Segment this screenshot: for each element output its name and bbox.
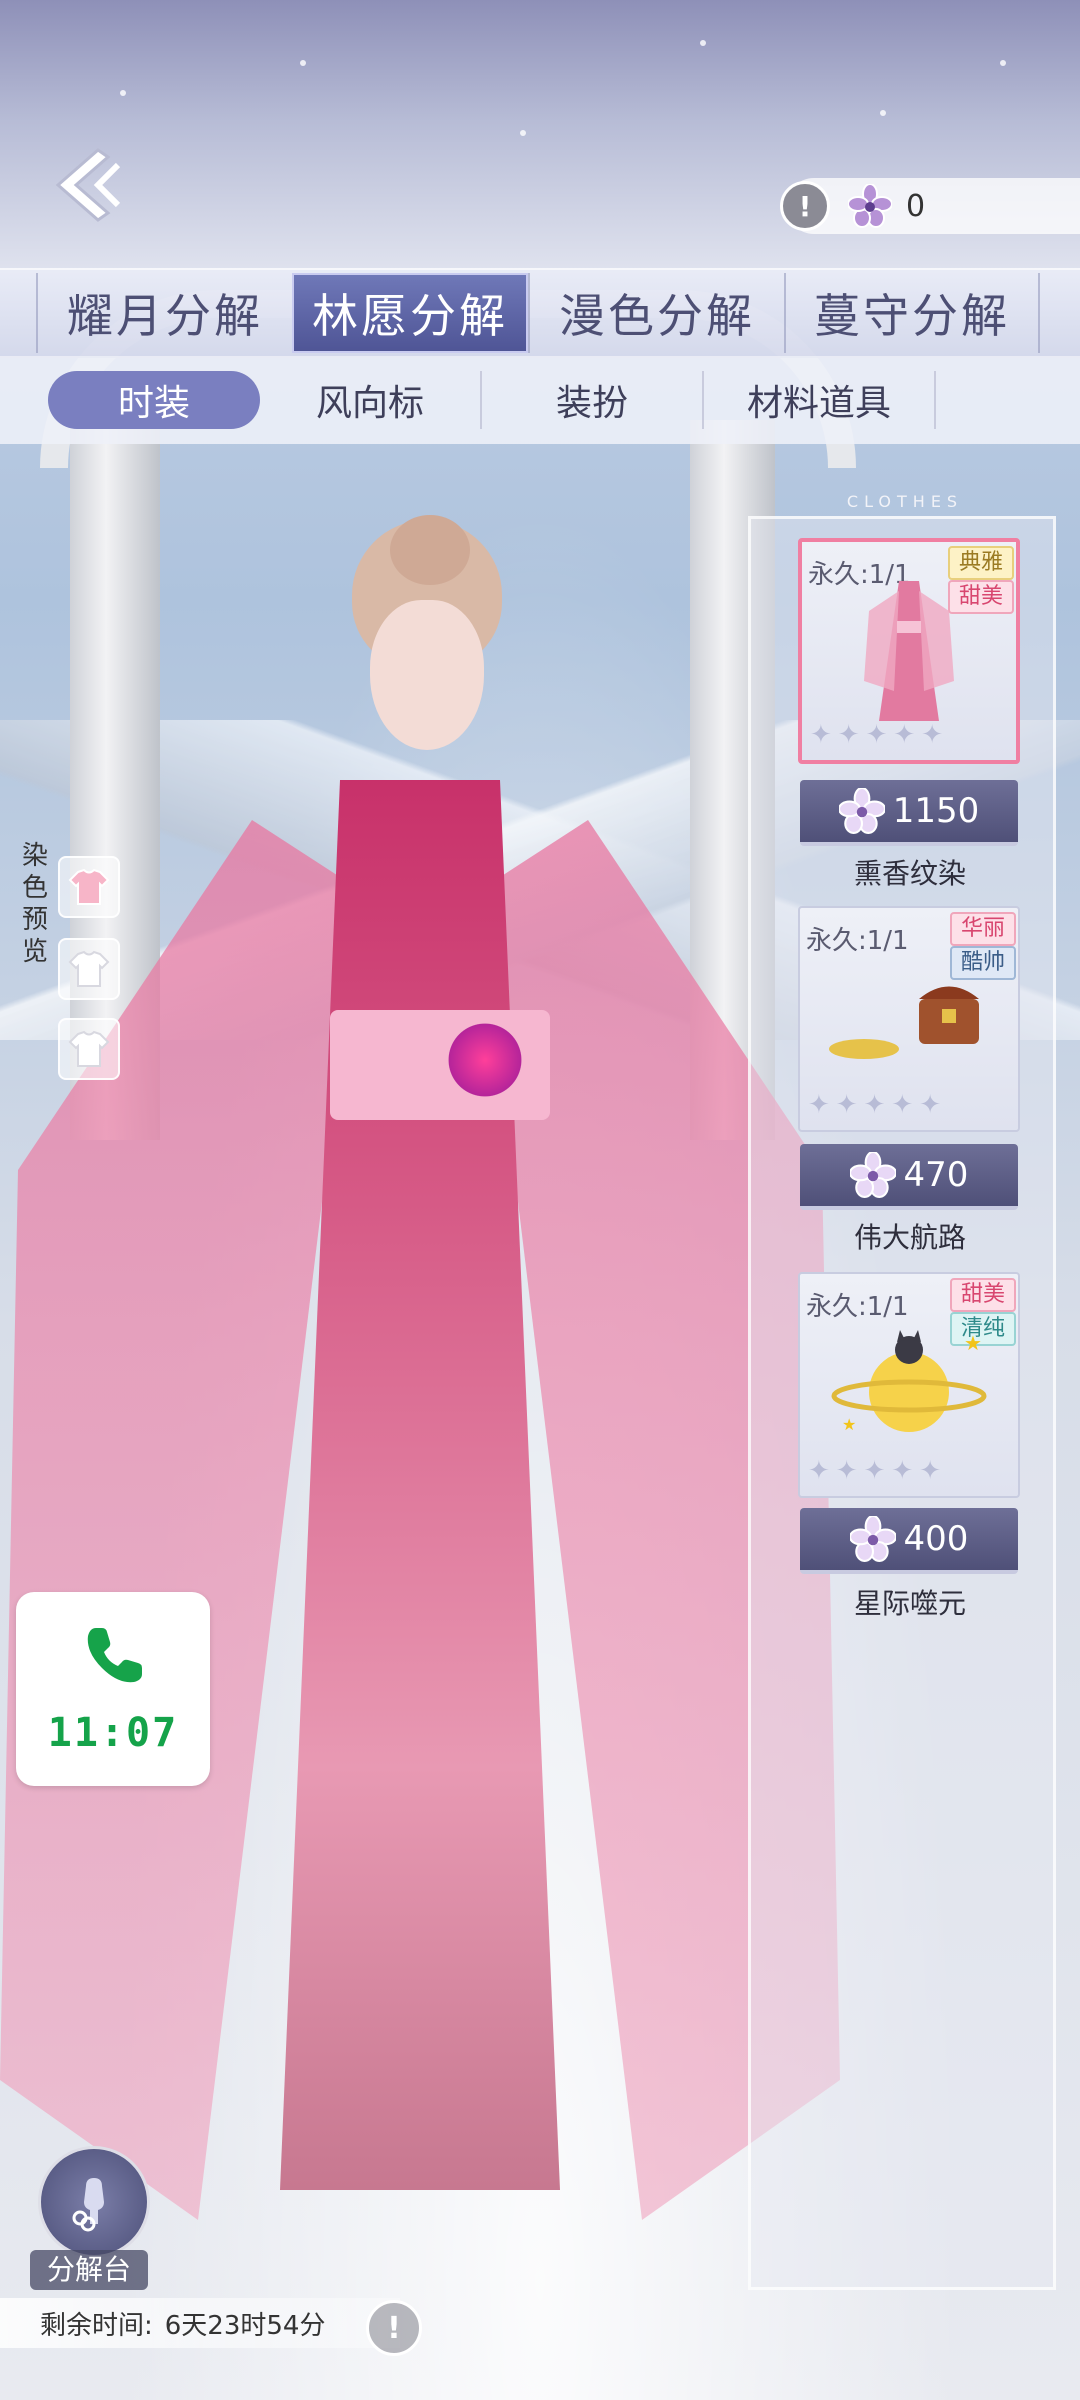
svg-text:★: ★	[964, 1331, 982, 1355]
item-permanence: 永久:1/1	[806, 1292, 909, 1322]
item-tag: 华丽	[950, 912, 1016, 946]
price-button-3[interactable]: 400	[800, 1508, 1018, 1574]
item-permanence: 永久:1/1	[806, 926, 909, 956]
phone-icon	[87, 1628, 142, 1683]
item-stars: ✦ ✦ ✦ ✦ ✦	[810, 720, 943, 750]
snow-sparkle	[1000, 60, 1006, 66]
dye-swatch-white-1[interactable]	[58, 938, 120, 1000]
back-button[interactable]	[38, 140, 148, 230]
item-card-2[interactable]: 永久:1/1 华丽 酷帅 ✦ ✦ ✦ ✦ ✦	[798, 906, 1020, 1132]
remaining-time-label: 剩余时间:	[40, 2310, 153, 2341]
snow-sparkle	[520, 130, 526, 136]
dye-preview-label: 染 色 预 览	[20, 840, 50, 968]
snow-sparkle	[300, 60, 306, 66]
treasure-chest-thumbnail	[829, 986, 979, 1059]
item-name: 星际噬元	[853, 1587, 966, 1620]
item-card-3[interactable]: 永久:1/1 甜美 清纯 ★ ★ ✦ ✦ ✦ ✦ ✦	[798, 1272, 1020, 1498]
tab-linyuan[interactable]: 林愿分解	[292, 273, 528, 353]
tab-spacer	[0, 273, 36, 353]
dye-swatch-pink[interactable]	[58, 856, 120, 918]
character-face	[370, 600, 484, 750]
planet-cat-thumbnail: ★ ★	[831, 1330, 987, 1434]
decompose-station-label: 分解台	[30, 2250, 148, 2290]
item-price: 400	[903, 1519, 969, 1559]
petal-gem-icon	[838, 788, 885, 834]
back-arrow-icon	[55, 148, 121, 222]
mannequin-scissors-icon	[72, 2178, 104, 2232]
petal-gem-icon	[849, 1516, 896, 1562]
tab-manse[interactable]: 漫色分解	[528, 273, 784, 353]
subtab-fashion[interactable]: 时装	[48, 371, 260, 429]
tab-manshou[interactable]: 蔓守分解	[784, 273, 1040, 353]
petal-gem-icon	[849, 1152, 896, 1198]
dye-label-char: 览	[21, 937, 48, 967]
svg-text:★: ★	[842, 1415, 856, 1434]
currency-display: ! 0	[780, 178, 1080, 234]
item-name: 伟大航路	[853, 1221, 966, 1254]
phone-call-widget[interactable]: 11:07	[16, 1592, 210, 1786]
shirt-icon	[68, 868, 110, 905]
item-price: 1150	[892, 791, 980, 831]
dye-label-char: 预	[21, 905, 48, 935]
time-info-icon[interactable]: !	[366, 2300, 422, 2356]
call-time: 11:07	[47, 1710, 179, 1756]
item-price: 470	[903, 1155, 969, 1195]
dye-label-char: 染	[21, 841, 48, 871]
character-hair-bun	[390, 515, 470, 585]
item-stars: ✦ ✦ ✦ ✦ ✦	[808, 1456, 941, 1486]
shirt-icon	[68, 1030, 110, 1067]
sub-tabs: 时装 风向标 装扮 材料道具	[0, 356, 1080, 444]
item-stars: ✦ ✦ ✦ ✦ ✦	[808, 1090, 941, 1120]
subtab-weathervane[interactable]: 风向标	[260, 371, 482, 429]
item-card-1[interactable]: 永久:1/1 典雅 甜美 ✦ ✦ ✦ ✦ ✦	[798, 538, 1020, 764]
price-button-1[interactable]: 1150	[800, 780, 1018, 846]
remaining-time-bar: 剩余时间: 6天23时54分	[0, 2298, 400, 2348]
petal-gem-icon	[848, 184, 892, 228]
currency-info-icon[interactable]: !	[780, 181, 830, 231]
subtab-accessories[interactable]: 装扮	[482, 371, 704, 429]
snow-sparkle	[120, 90, 126, 96]
price-button-2[interactable]: 470	[800, 1144, 1018, 1210]
currency-value: 0	[906, 188, 926, 224]
shirt-icon	[68, 950, 110, 987]
kimono-thumbnail	[864, 581, 954, 721]
snow-sparkle	[700, 40, 706, 46]
item-name: 熏香纹染	[853, 857, 966, 890]
character-flower-ornament	[440, 1020, 530, 1100]
decompose-station-button[interactable]	[38, 2146, 150, 2258]
dye-label-char: 色	[21, 873, 48, 903]
dye-swatch-white-2[interactable]	[58, 1018, 120, 1080]
item-tag: 甜美	[950, 1278, 1016, 1312]
tab-yaoyue[interactable]: 耀月分解	[36, 273, 292, 353]
panel-deco-text: CLOTHES	[846, 491, 964, 511]
main-tabs: 耀月分解 林愿分解 漫色分解 蔓守分解	[0, 268, 1080, 358]
remaining-time-value: 6天23时54分	[164, 2310, 326, 2341]
snow-sparkle	[880, 110, 886, 116]
subtab-materials[interactable]: 材料道具	[704, 371, 936, 429]
